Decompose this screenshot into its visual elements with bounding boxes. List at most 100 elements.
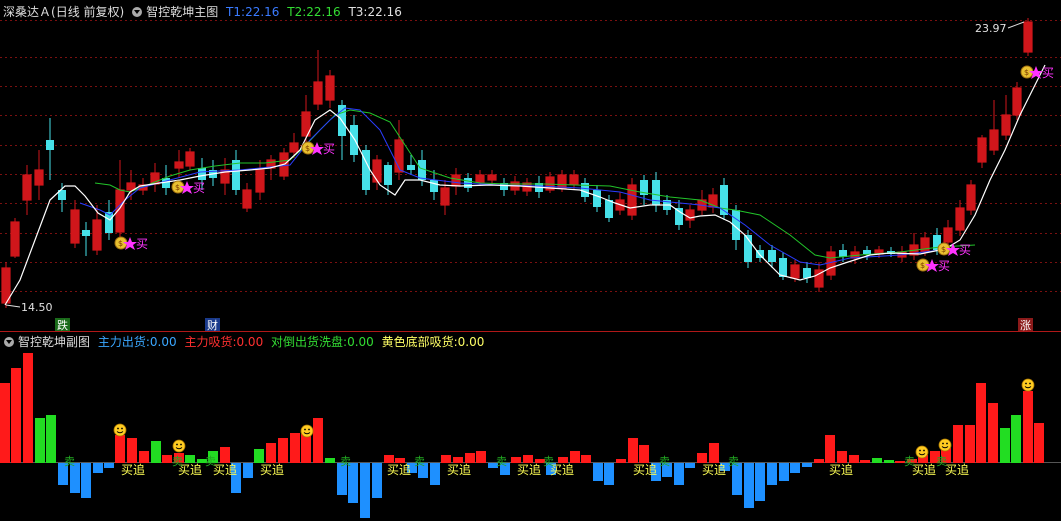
finance-marker[interactable]: 财 bbox=[207, 318, 218, 332]
smiley-marker bbox=[915, 445, 929, 459]
sub-bar bbox=[266, 443, 276, 463]
candlestick bbox=[943, 220, 953, 246]
candlestick bbox=[977, 135, 987, 168]
sub-bar bbox=[151, 441, 161, 463]
sub-bar bbox=[953, 425, 963, 463]
sell-label: 卖 bbox=[728, 455, 739, 468]
sub-bar bbox=[360, 463, 370, 518]
chart-canvas[interactable]: $ 买$ 买$ 买$ 买$ 买$ 买 买追 买追 买追 买追 买追 买追 买追 买追 买追 买追 买追 买追 买追卖… bbox=[0, 0, 1061, 521]
sell-label: 卖 bbox=[659, 455, 670, 468]
svg-text:买: 买 bbox=[136, 237, 148, 251]
smiley-marker bbox=[172, 439, 186, 453]
sub-bar bbox=[185, 455, 195, 463]
stock-chart-window[interactable]: 深桑达Ａ(日线 前复权) 智控乾坤主图 T1:22.16 T2:22.16 T3:… bbox=[0, 0, 1061, 521]
buy-add-label: 买追 bbox=[517, 462, 541, 477]
sub-bar bbox=[581, 455, 591, 463]
sub-bar bbox=[779, 463, 789, 481]
buy-add-label: 买追 bbox=[447, 462, 471, 477]
sub-bar bbox=[872, 458, 882, 463]
sub-bar bbox=[441, 455, 451, 463]
low-price-arrow bbox=[5, 304, 21, 308]
candlestick bbox=[464, 173, 472, 192]
candlestick bbox=[22, 165, 32, 215]
sub-bar bbox=[139, 451, 149, 463]
candlestick bbox=[500, 178, 508, 196]
sell-label: 卖 bbox=[496, 455, 507, 468]
buy-add-label: 买追 bbox=[633, 462, 657, 477]
high-price-arrow bbox=[1007, 21, 1025, 29]
candlestick bbox=[581, 178, 589, 202]
candlestick bbox=[338, 100, 346, 160]
svg-text:$: $ bbox=[920, 261, 925, 270]
sub-bar bbox=[755, 463, 765, 501]
candlestick bbox=[989, 100, 999, 155]
sub-bar bbox=[476, 451, 486, 463]
sub-bar bbox=[127, 438, 137, 463]
candlestick bbox=[150, 163, 160, 192]
candlestick bbox=[185, 148, 195, 170]
candlestick bbox=[955, 200, 965, 236]
rise-marker[interactable]: 涨 bbox=[1020, 319, 1031, 332]
main-grid bbox=[0, 20, 1061, 463]
buy-signal[interactable]: $ 买 bbox=[114, 236, 148, 251]
candlestick bbox=[255, 160, 265, 200]
sub-bar bbox=[825, 435, 835, 463]
candlestick bbox=[1001, 95, 1011, 140]
sub-bar bbox=[976, 383, 986, 463]
candlestick bbox=[70, 200, 80, 248]
sub-bar bbox=[1000, 428, 1010, 463]
fall-marker[interactable]: 跌 bbox=[57, 318, 68, 332]
sub-bar bbox=[965, 425, 975, 463]
buy-signal[interactable]: $ 买 bbox=[916, 258, 950, 273]
buy-add-label: 买追 bbox=[213, 462, 237, 477]
sub-bar bbox=[849, 455, 859, 463]
candlestick bbox=[640, 175, 648, 205]
sell-label: 卖 bbox=[64, 455, 75, 468]
buy-add-label: 买追 bbox=[912, 462, 936, 477]
candlestick bbox=[652, 172, 660, 212]
sub-bar bbox=[570, 451, 580, 463]
sub-bar bbox=[313, 418, 323, 463]
buy-add-label: 买追 bbox=[387, 462, 411, 477]
sub-bar bbox=[465, 453, 475, 463]
sell-label: 卖 bbox=[205, 455, 216, 468]
sub-bar bbox=[744, 463, 754, 508]
sub-bar bbox=[220, 447, 230, 463]
buy-signal[interactable]: $ 买 bbox=[301, 141, 335, 156]
candlestick bbox=[82, 222, 90, 256]
sub-bar bbox=[790, 463, 800, 473]
sub-bar bbox=[860, 460, 870, 463]
sub-bar bbox=[278, 438, 288, 463]
sub-bar bbox=[430, 463, 440, 485]
sell-label: 卖 bbox=[172, 455, 183, 468]
sub-bar bbox=[767, 463, 777, 485]
sub-indicator-bars bbox=[0, 353, 1044, 518]
sub-bar bbox=[384, 455, 394, 463]
candlestick bbox=[301, 95, 311, 148]
sub-bar bbox=[1034, 423, 1044, 463]
buy-signal[interactable]: $ 买 bbox=[171, 180, 205, 195]
sell-label: 卖 bbox=[414, 455, 425, 468]
sub-bar bbox=[46, 415, 56, 463]
sub-bar bbox=[802, 463, 812, 467]
sub-bar bbox=[11, 368, 21, 463]
buy-signal[interactable]: $ 买 bbox=[937, 242, 971, 257]
sub-bar bbox=[697, 453, 707, 463]
buy-signal[interactable]: $ 买 bbox=[1020, 65, 1054, 80]
buy-add-label: 买追 bbox=[945, 462, 969, 477]
candlestick bbox=[487, 170, 497, 185]
svg-text:买: 买 bbox=[193, 181, 205, 195]
svg-text:买: 买 bbox=[959, 243, 971, 257]
sub-bar bbox=[814, 459, 824, 463]
sub-bar bbox=[616, 459, 626, 463]
sub-bar bbox=[837, 451, 847, 463]
candlestick bbox=[697, 190, 707, 215]
candlestick bbox=[10, 218, 20, 258]
candlestick bbox=[220, 158, 230, 195]
sub-bar bbox=[593, 463, 603, 481]
sub-bar bbox=[348, 463, 358, 503]
buy-add-label: 买追 bbox=[260, 462, 284, 477]
sub-bar bbox=[1011, 415, 1021, 463]
candlestick bbox=[863, 246, 871, 260]
candlestick bbox=[720, 178, 728, 220]
